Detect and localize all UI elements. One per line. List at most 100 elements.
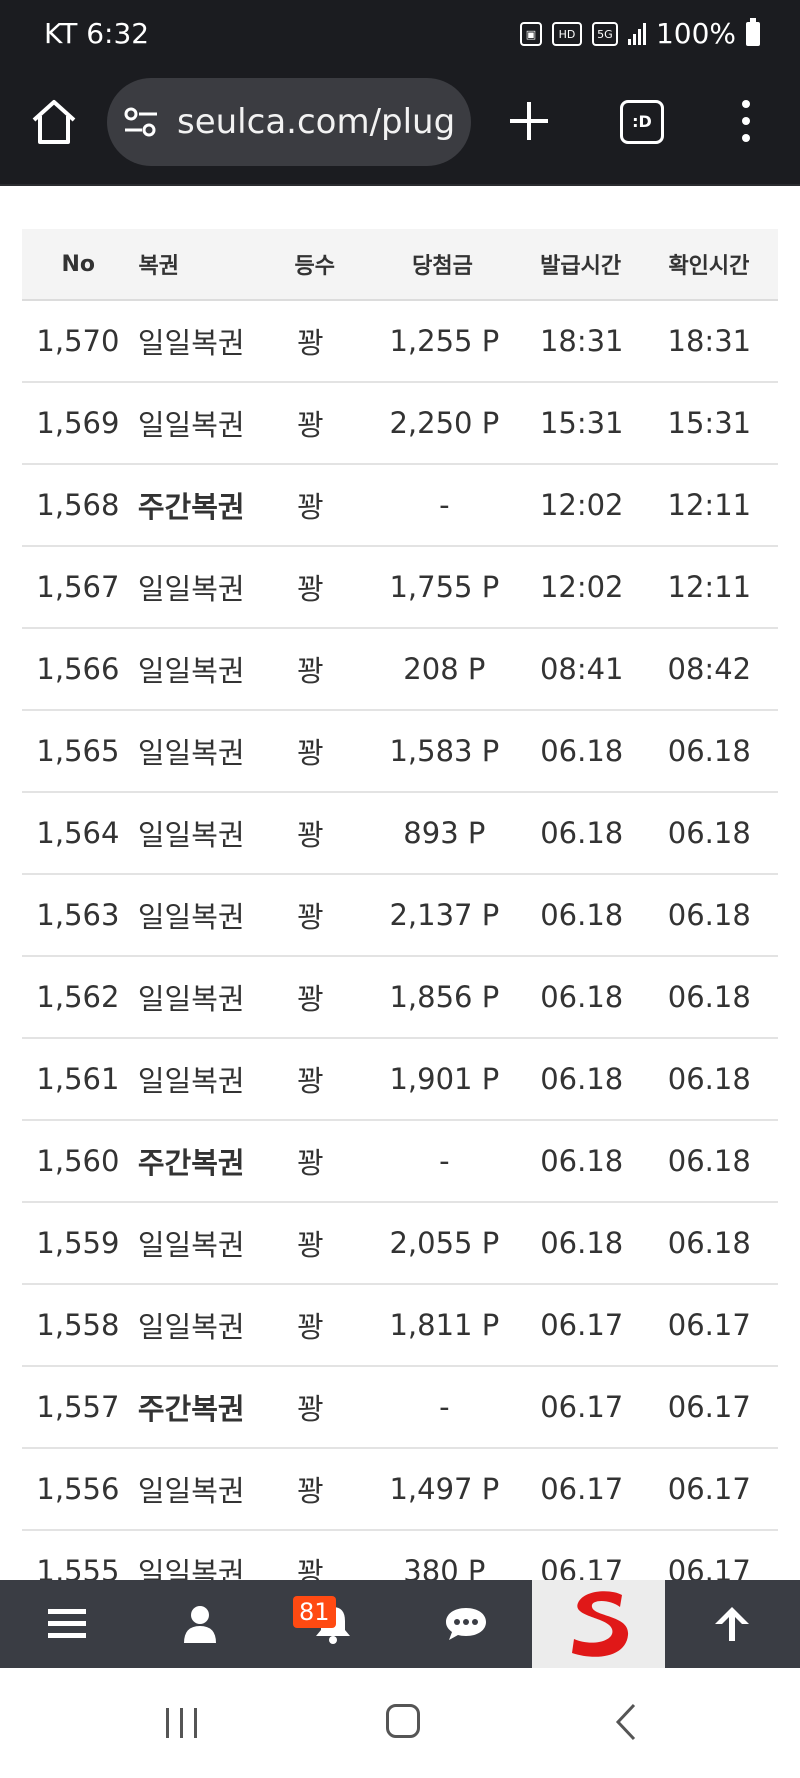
cell-grade: 꽝 [297, 818, 324, 852]
cell-prize: 208 P [403, 652, 486, 686]
cell-grade: 꽝 [297, 1310, 324, 1344]
chat-icon [445, 1608, 486, 1640]
more-menu-icon[interactable] [736, 98, 756, 144]
cell-checked: 06.17 [667, 1308, 751, 1342]
cell-prize: 1,856 P [389, 980, 500, 1014]
header-issued: 발급시간 [540, 254, 622, 279]
cell-type: 주간복권 [137, 490, 245, 524]
cell-type: 일일복권 [137, 572, 245, 606]
cell-checked: 06.18 [667, 734, 751, 768]
table-row: 1,563 일일복권 꽝 2,137 P 06.18 06.18 [22, 875, 778, 957]
table-row: 1,559 일일복권 꽝 2,055 P 06.18 06.18 [22, 1203, 778, 1285]
cell-type: 일일복권 [137, 982, 245, 1016]
nfc-icon: ▣ [519, 21, 542, 46]
cell-grade: 꽝 [297, 572, 324, 606]
cell-type: 일일복권 [137, 1228, 245, 1262]
header-type: 복권 [138, 254, 179, 279]
cell-no: 1,561 [36, 1062, 120, 1096]
cell-checked: 06.18 [667, 1144, 751, 1178]
site-bottom-nav [0, 1580, 800, 1668]
cell-no: 1,568 [36, 488, 120, 522]
cell-prize: 1,497 P [389, 1472, 500, 1506]
table-row: 1,565 일일복권 꽝 1,583 P 06.18 06.18 [22, 711, 778, 793]
table-row: 1,557 주간복권 꽝 - 06.17 06.17 [22, 1367, 778, 1449]
cell-issued: 06.17 [540, 1308, 624, 1342]
cell-checked: 06.18 [667, 1226, 751, 1260]
cell-prize: 2,055 P [389, 1226, 500, 1260]
cell-issued: 06.18 [540, 980, 624, 1014]
header-checked: 확인시간 [668, 254, 750, 279]
cell-type: 일일복권 [137, 408, 245, 442]
tab-switcher-button[interactable]: :D [620, 100, 664, 144]
new-tab-icon[interactable] [506, 98, 552, 144]
table-row: 1,556 일일복권 꽝 1,497 P 06.17 06.17 [22, 1449, 778, 1531]
cell-type: 일일복권 [137, 1474, 245, 1508]
address-bar[interactable]: seulca.com/plug [107, 78, 471, 166]
cell-issued: 06.18 [540, 734, 624, 768]
cell-no: 1,563 [36, 898, 120, 932]
table-row: 1,561 일일복권 꽝 1,901 P 06.18 06.18 [22, 1039, 778, 1121]
table-row: 1,569 일일복권 꽝 2,250 P 15:31 15:31 [22, 383, 778, 465]
cell-checked: 15:31 [667, 406, 752, 440]
cell-no: 1,562 [36, 980, 120, 1014]
home-nav-icon[interactable] [386, 1704, 420, 1738]
cell-checked: 06.17 [667, 1390, 751, 1424]
cell-checked: 18:31 [667, 324, 752, 358]
cell-prize: 1,811 P [389, 1308, 500, 1342]
cell-checked: 06.18 [667, 898, 751, 932]
profile-button[interactable] [133, 1580, 266, 1668]
cell-prize: 2,250 P [389, 406, 500, 440]
cell-prize: 1,901 P [389, 1062, 500, 1096]
cell-type: 일일복권 [137, 654, 245, 688]
cell-type: 일일복권 [137, 900, 245, 934]
cell-grade: 꽝 [297, 736, 324, 770]
cell-issued: 12:02 [539, 488, 624, 522]
url-text[interactable]: seulca.com/plug [177, 102, 467, 142]
cell-checked: 06.17 [667, 1472, 751, 1506]
site-settings-icon[interactable] [123, 106, 159, 138]
cell-prize: - [439, 488, 450, 522]
cell-grade: 꽝 [297, 1146, 324, 1180]
cell-no: 1,565 [36, 734, 120, 768]
battery-icon [746, 17, 760, 46]
cell-grade: 꽝 [297, 654, 324, 688]
cell-grade: 꽝 [297, 900, 324, 934]
battery-percent: 100% [655, 17, 736, 50]
menu-button[interactable] [0, 1580, 133, 1668]
header-grade: 등수 [294, 254, 335, 279]
cell-checked: 12:11 [667, 570, 752, 604]
cell-prize: - [439, 1390, 450, 1424]
cell-grade: 꽝 [297, 1228, 324, 1262]
menu-icon [47, 1609, 86, 1638]
cell-type: 주간복권 [137, 1146, 245, 1180]
recents-icon[interactable] [164, 1706, 200, 1740]
cell-grade: 꽝 [297, 982, 324, 1016]
table-row: 1,564 일일복권 꽝 893 P 06.18 06.18 [22, 793, 778, 875]
table-row: 1,558 일일복권 꽝 1,811 P 06.17 06.17 [22, 1285, 778, 1367]
cell-grade: 꽝 [297, 326, 324, 360]
table-row: 1,566 일일복권 꽝 208 P 08:41 08:42 [22, 629, 778, 711]
cell-no: 1,559 [36, 1226, 120, 1260]
scroll-top-button[interactable] [665, 1580, 798, 1668]
cell-issued: 06.17 [540, 1390, 624, 1424]
table-row: 1,560 주간복권 꽝 - 06.18 06.18 [22, 1121, 778, 1203]
cell-type: 일일복권 [137, 1064, 245, 1098]
cell-prize: 1,583 P [389, 734, 500, 768]
cell-prize: 1,255 P [389, 324, 500, 358]
back-icon[interactable] [612, 1702, 640, 1742]
table-body: 1,570 일일복권 꽝 1,255 P 18:31 18:31 1,569 일일복권 꽝 2,2… [22, 301, 778, 1613]
cell-issued: 08:41 [539, 652, 624, 686]
home-icon[interactable] [28, 96, 80, 148]
cell-issued: 06.18 [540, 1226, 624, 1260]
cell-issued: 06.18 [540, 898, 624, 932]
chat-button[interactable] [399, 1580, 532, 1668]
user-icon [183, 1606, 216, 1643]
cell-checked: 06.18 [667, 1062, 751, 1096]
lottery-history-table: No 복권 등수 당첨금 발급시간 확인시간 1,570 일일복권 꽝 1,255 P… [22, 229, 778, 1613]
cell-checked: 06.18 [667, 980, 751, 1014]
cell-issued: 18:31 [539, 324, 624, 358]
cell-checked: 06.18 [667, 816, 751, 850]
cell-type: 일일복권 [137, 818, 245, 852]
site-logo-button[interactable] [532, 1580, 665, 1668]
cell-no: 1,569 [36, 406, 120, 440]
